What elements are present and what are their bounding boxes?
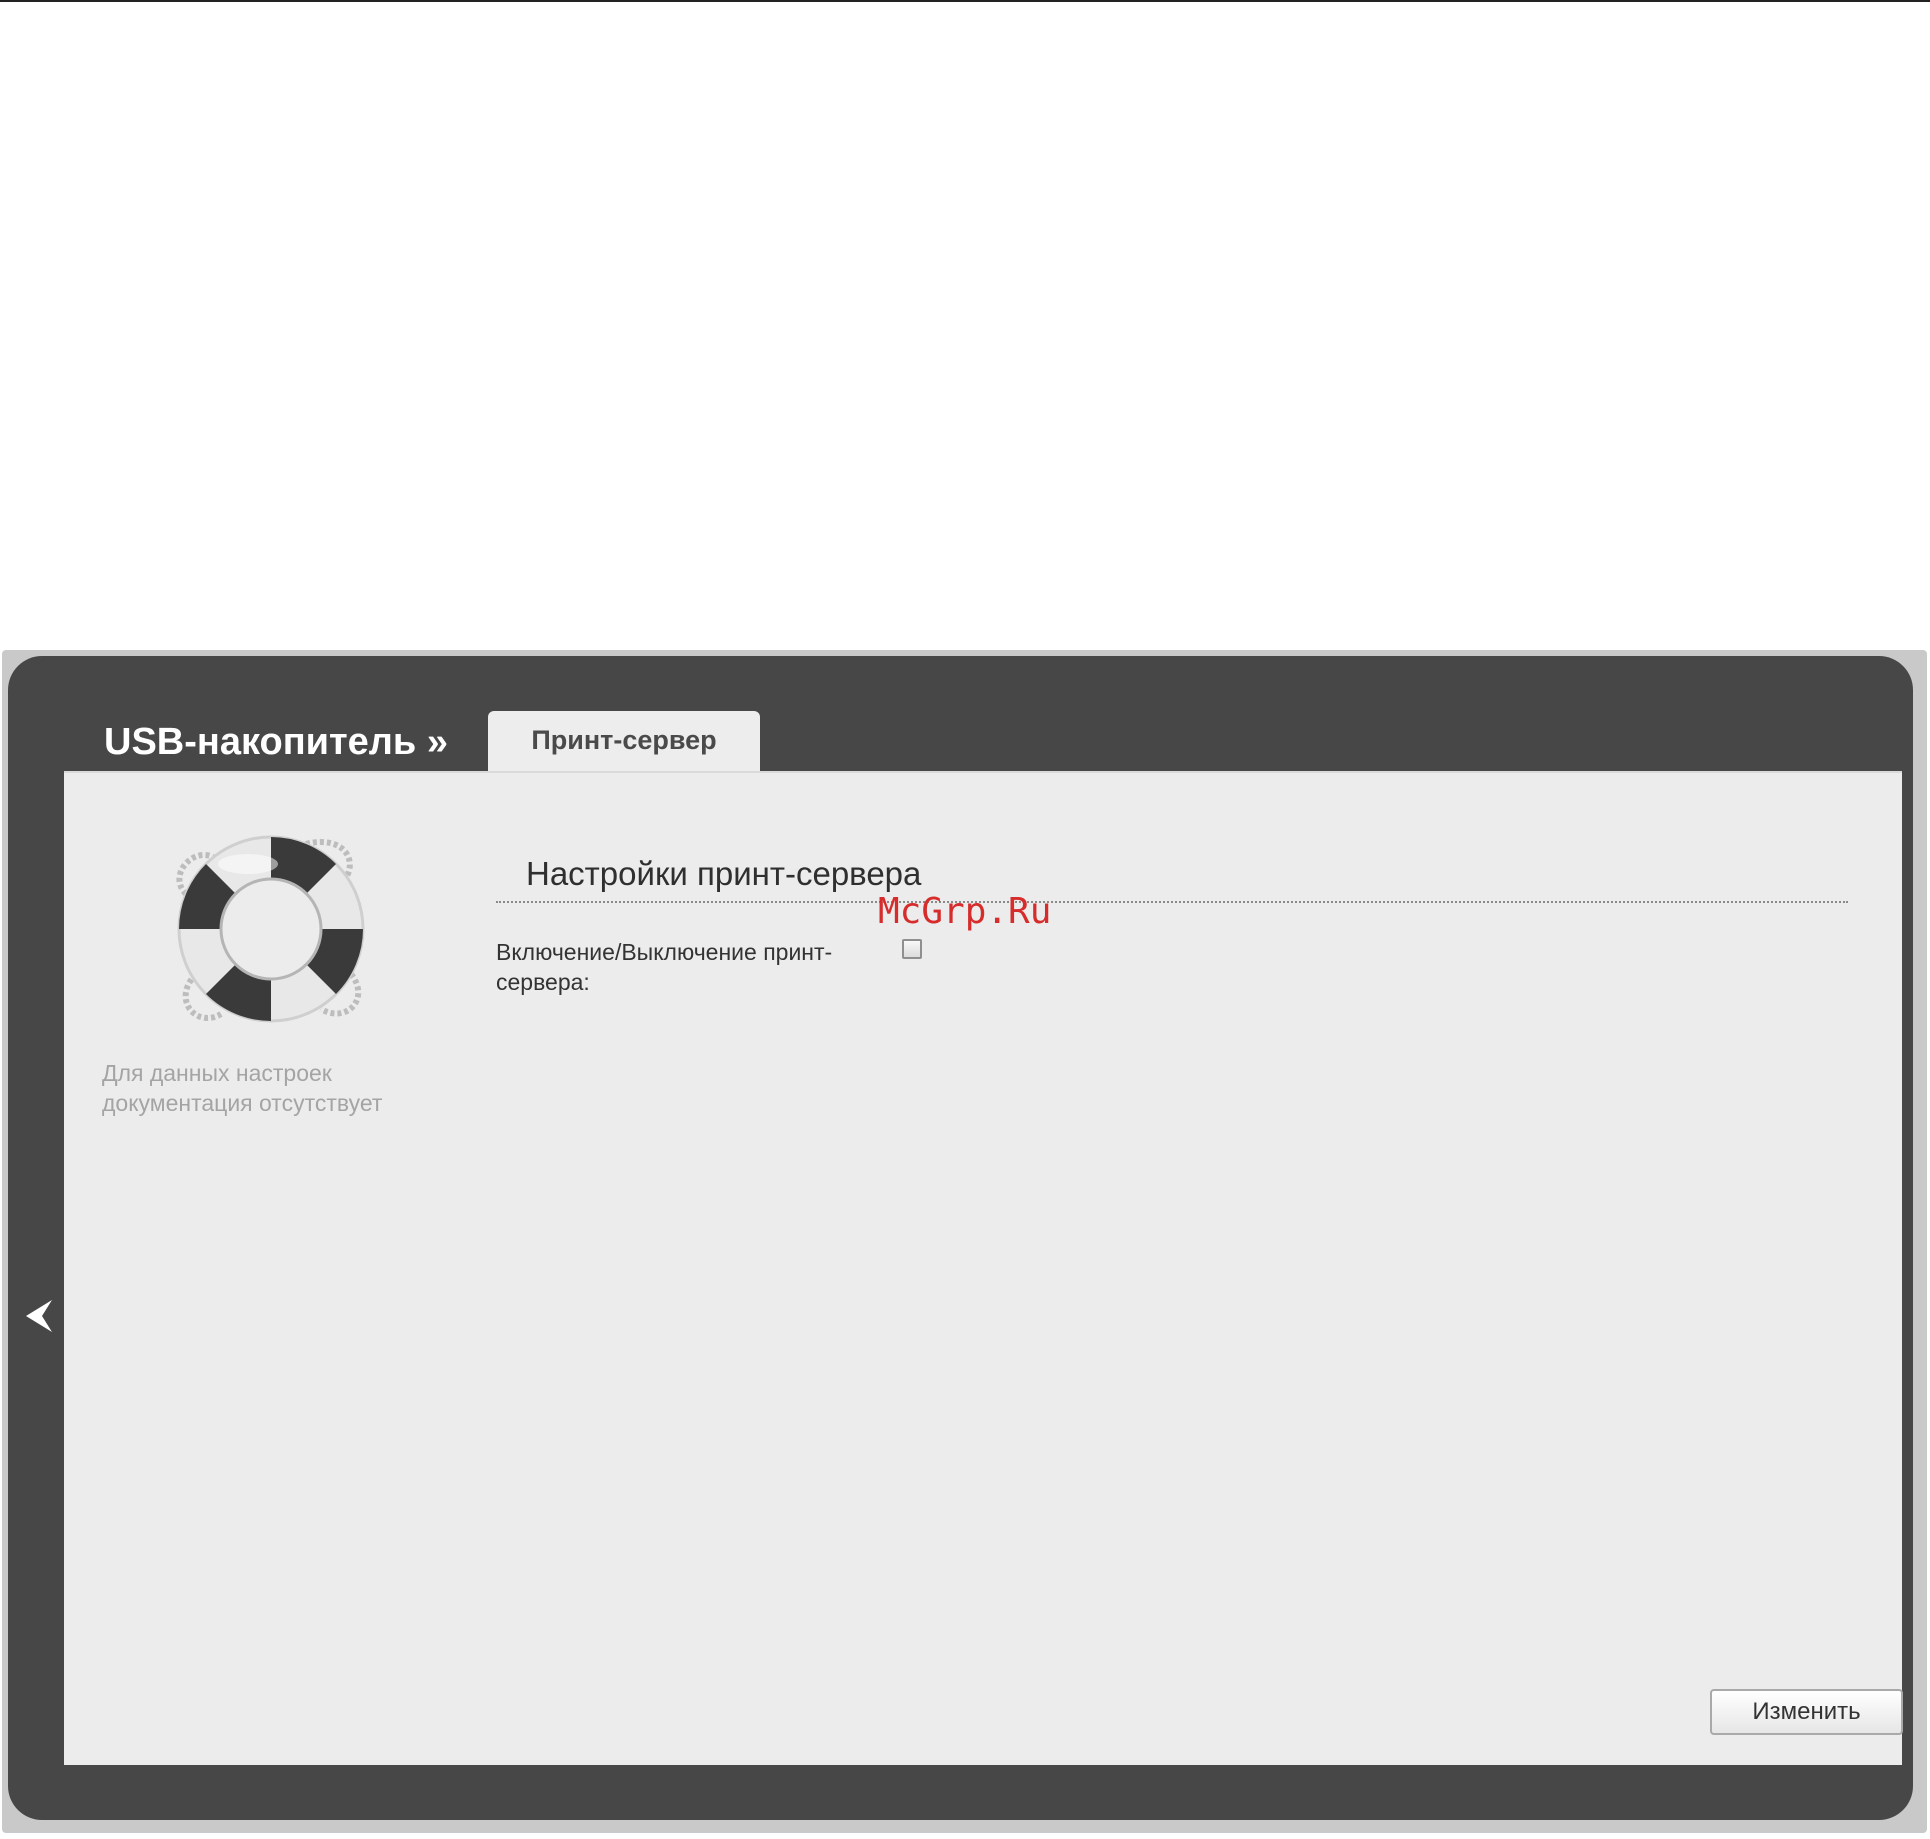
router-ui-frame: USB-накопитель » Принт-сервер Для данных…	[2, 650, 1927, 1833]
content-panel: Для данных настроек документация отсутст…	[64, 771, 1903, 1765]
tab-print-server[interactable]: Принт-сервер	[488, 711, 760, 773]
print-server-toggle-label: Включение/Выключение принт-сервера:	[496, 939, 833, 995]
lifebuoy-icon	[176, 835, 365, 1023]
change-button[interactable]: Изменить	[1710, 1689, 1903, 1735]
section-title[interactable]: USB-накопитель »	[104, 721, 448, 764]
app-shell: USB-накопитель » Принт-сервер Для данных…	[8, 656, 1913, 1820]
heading-divider	[496, 901, 1848, 903]
help-text: Для данных настроек документация отсутст…	[102, 1060, 383, 1116]
chevron-left-icon[interactable]	[22, 1296, 56, 1336]
settings-heading: Настройки принт-сервера	[526, 855, 922, 892]
top-rule	[0, 0, 1930, 2]
print-server-toggle-checkbox[interactable]	[902, 939, 922, 959]
watermark: McGrp.Ru	[878, 891, 1052, 932]
